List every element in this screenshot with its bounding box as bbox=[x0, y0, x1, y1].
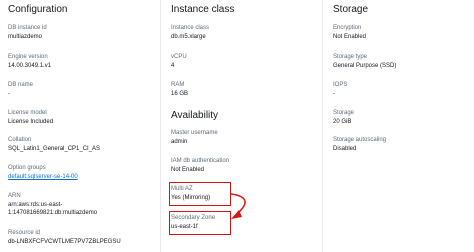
annotation-arrow-icon bbox=[230, 193, 246, 219]
